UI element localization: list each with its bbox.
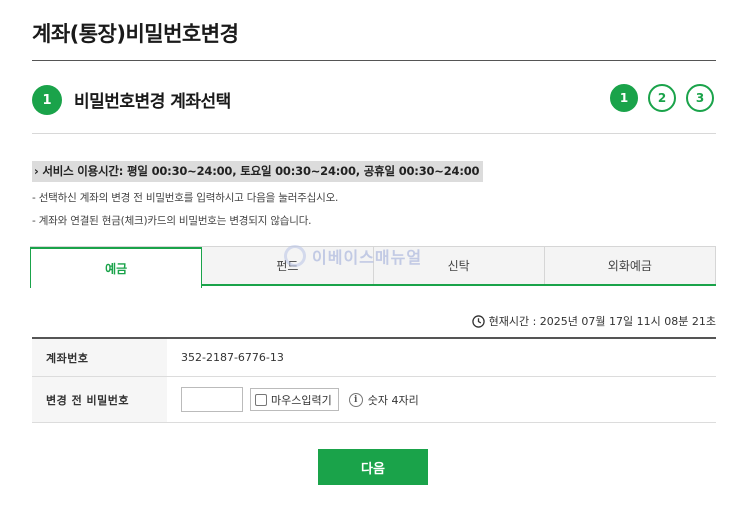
password-hint: 숫자 4자리 [367, 393, 419, 407]
password-form-table: 계좌번호 352-2187-6776-13 변경 전 비밀번호 마우스입력기 i… [32, 337, 716, 423]
mouse-input-checkbox[interactable] [255, 393, 267, 406]
account-number-label: 계좌번호 [32, 339, 167, 376]
account-number-value: 352-2187-6776-13 [181, 351, 284, 364]
tab-deposit[interactable]: 예금 [30, 247, 203, 288]
service-hours-notice: › 서비스 이용시간: 평일 00:30~24:00, 토요일 00:30~24… [32, 161, 484, 182]
account-type-tabs: 예금 펀드 신탁 외화예금 [30, 246, 716, 288]
tab-foreign-deposit[interactable]: 외화예금 [544, 247, 716, 284]
current-time: 현재시간 : 2025년 07월 17일 11시 08분 21초 [471, 313, 716, 329]
old-password-field[interactable] [181, 387, 243, 412]
section-divider [32, 133, 716, 134]
old-password-label: 변경 전 비밀번호 [32, 377, 167, 422]
title-divider [32, 60, 716, 61]
current-time-label: 현재시간 : 2025년 07월 17일 11시 08분 21초 [488, 315, 716, 328]
old-password-cell: 마우스입력기 i 숫자 4자리 [167, 377, 716, 422]
notice-list: › 서비스 이용시간: 평일 00:30~24:00, 토요일 00:30~24… [32, 160, 716, 228]
table-row: 계좌번호 352-2187-6776-13 [32, 339, 716, 377]
current-step-badge: 1 [32, 85, 62, 115]
tab-fund[interactable]: 펀드 [202, 247, 374, 284]
step-3-indicator: 3 [686, 84, 714, 112]
step-indicator: 1 2 3 [610, 84, 714, 112]
tab-trust[interactable]: 신탁 [373, 247, 545, 284]
clock-icon [471, 314, 485, 328]
step-1-indicator: 1 [610, 84, 638, 112]
page-title: 계좌(통장)비밀번호변경 [32, 22, 239, 46]
step-2-indicator: 2 [648, 84, 676, 112]
info-icon: i [348, 392, 363, 407]
notice-line: - 선택하신 계좌의 변경 전 비밀번호를 입력하시고 다음을 눌러주십시오. [32, 192, 339, 204]
next-button[interactable]: 다음 [318, 449, 428, 485]
step-title: 비밀번호변경 계좌선택 [74, 92, 231, 112]
notice-line: - 계좌와 연결된 현금(체크)카드의 비밀번호는 변경되지 않습니다. [32, 215, 312, 227]
table-row: 변경 전 비밀번호 마우스입력기 i 숫자 4자리 [32, 377, 716, 423]
mouse-input-label: 마우스입력기 [271, 393, 332, 407]
mouse-input-toggle[interactable]: 마우스입력기 [250, 388, 339, 411]
